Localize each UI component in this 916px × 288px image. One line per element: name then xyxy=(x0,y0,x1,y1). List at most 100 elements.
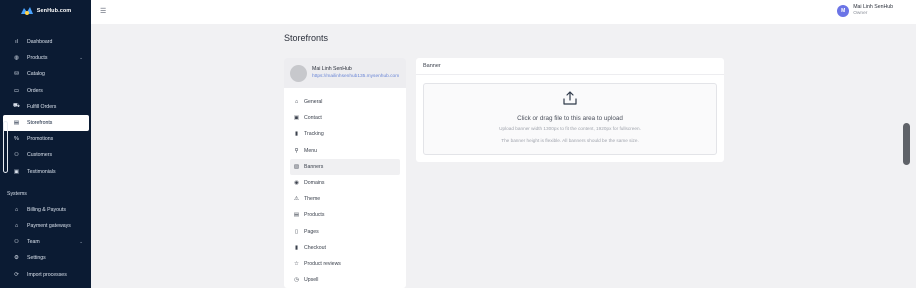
sidebar-nav: ıl Dashboard ◍ Products ⌄ ⛁ Catalog ▭ Orders ⛟ Ful… xyxy=(3,34,89,283)
customers-icon: ⚇ xyxy=(14,152,19,159)
sidebar-item-orders[interactable]: ▭ Orders xyxy=(3,83,89,99)
storefront-menu-label: Theme xyxy=(304,196,321,203)
link-icon: ⚲ xyxy=(294,147,299,154)
sidebar-item-promotions[interactable]: % Promotions xyxy=(3,131,89,147)
sidebar-item-label: Payment gateways xyxy=(27,222,71,229)
chevron-down-icon[interactable]: ⌄ xyxy=(79,55,83,61)
sidebar-item-label: Orders xyxy=(27,87,43,94)
storefront-icon: ▤ xyxy=(13,120,20,127)
page-title: Storefronts xyxy=(284,33,329,43)
sidebar-item-label: Settings xyxy=(27,255,46,262)
bar-chart-icon: ıl xyxy=(15,39,18,46)
storefront-menu: ⌂ General ▣ Contact ▮ Tracking ⚲ Menu ▧ Banners ◉ D… xyxy=(284,88,406,288)
team-icon: ⚇ xyxy=(14,239,19,246)
brand-logo-icon xyxy=(20,7,33,15)
sidebar-item-fulfill-orders[interactable]: ⛟ Fulfill Orders xyxy=(3,99,89,115)
sidebar-item-customers[interactable]: ⚇ Customers xyxy=(3,147,89,163)
storefront-menu-contact[interactable]: ▣ Contact xyxy=(290,110,400,126)
sidebar-item-team[interactable]: ⚇ Team ⌄ xyxy=(3,234,89,250)
upsell-icon: ◷ xyxy=(294,277,299,284)
chevron-down-icon[interactable]: ⌄ xyxy=(79,239,83,245)
hamburger-icon[interactable]: ☰ xyxy=(100,7,106,15)
sidebar-item-settings[interactable]: ⚙ Settings xyxy=(3,250,89,266)
banner-card: Banner Click or drag file to this area t… xyxy=(416,58,724,162)
storefront-menu-label: Products xyxy=(304,212,325,219)
sidebar-item-catalog[interactable]: ⛁ Catalog xyxy=(3,66,89,82)
sidebar-item-products[interactable]: ◍ Products ⌄ xyxy=(3,50,89,66)
storefront-menu-tracking[interactable]: ▮ Tracking xyxy=(290,126,400,142)
page-scrollbar[interactable] xyxy=(903,123,910,165)
brand-name: SenHub.com xyxy=(36,8,72,14)
sidebar-item-label: Testimonials xyxy=(27,168,56,175)
percent-icon: % xyxy=(14,136,19,143)
brand[interactable]: SenHub.com xyxy=(0,0,91,22)
store-name: Mai Linh SenHub xyxy=(312,66,352,72)
storefront-menu-domains[interactable]: ◉ Domains xyxy=(290,175,400,191)
home-icon: ⌂ xyxy=(294,99,299,106)
sidebar-item-import-processes[interactable]: ⟳ Import processes xyxy=(3,266,89,282)
storefront-menu-label: Upsell xyxy=(304,277,319,284)
storefront-menu-products[interactable]: ▤ Products xyxy=(290,207,400,223)
gateway-icon: ⌂ xyxy=(14,222,19,229)
banner-upload-dropzone[interactable]: Click or drag file to this area to uploa… xyxy=(423,83,717,155)
sidebar-item-billing-payouts[interactable]: ⌂ Billing & Payouts xyxy=(3,202,89,218)
dropzone-hint-secondary: The banner height is flexible. All banne… xyxy=(501,138,639,143)
box-icon: ◍ xyxy=(14,55,19,62)
truck-icon: ⛟ xyxy=(13,103,20,110)
storefront-menu-label: General xyxy=(304,99,323,106)
globe-icon: ◉ xyxy=(294,180,299,187)
topbar: ☰ M Mai Linh SenHub Owner xyxy=(91,0,916,24)
storefront-menu-label: Banners xyxy=(304,163,324,170)
sidebar-scroll-indicator[interactable] xyxy=(3,121,8,173)
catalog-icon: ⛁ xyxy=(14,71,19,78)
import-icon: ⟳ xyxy=(14,271,19,278)
sidebar-item-label: Catalog xyxy=(27,71,45,78)
sidebar-item-storefronts[interactable]: ▤ Storefronts xyxy=(3,114,89,132)
sidebar-item-label: Import processes xyxy=(27,271,67,278)
sidebar-item-label: Team xyxy=(27,239,40,246)
storefront-menu-upsell[interactable]: ◷ Upsell xyxy=(290,272,400,288)
banner-title: Banner xyxy=(416,58,724,75)
storefront-menu-label: Contact xyxy=(304,115,322,122)
storefront-menu-label: Product reviews xyxy=(304,260,341,267)
theme-icon: ⚠ xyxy=(294,196,299,203)
dropzone-hint: Upload banner width 1300px to fit the co… xyxy=(499,126,641,131)
user-role: Owner xyxy=(853,10,868,16)
sidebar: SenHub.com ıl Dashboard ◍ Products ⌄ ⛁ Catalog… xyxy=(0,0,91,288)
sidebar-section-label: Systems xyxy=(7,190,27,197)
sidebar-item-label: Products xyxy=(27,55,48,62)
checkout-icon: ▮ xyxy=(294,244,299,251)
bank-icon: ⌂ xyxy=(14,206,19,213)
storefront-menu-product-reviews[interactable]: ☆ Product reviews xyxy=(290,256,400,272)
sidebar-item-label: Dashboard xyxy=(27,39,53,46)
storefront-menu-theme[interactable]: ⚠ Theme xyxy=(290,191,400,207)
storefront-menu-banners[interactable]: ▧ Banners xyxy=(290,158,400,175)
upload-icon xyxy=(563,91,577,105)
storefront-menu-pages[interactable]: ▯ Pages xyxy=(290,224,400,240)
sidebar-item-dashboard[interactable]: ıl Dashboard xyxy=(3,34,89,50)
store-header[interactable]: Mai Linh SenHub https://mailinhsenhub135… xyxy=(284,58,406,88)
star-icon: ☆ xyxy=(294,260,299,267)
tracking-icon: ▮ xyxy=(294,131,299,138)
testimonial-icon: ▣ xyxy=(13,168,20,175)
storefront-menu-label: Menu xyxy=(304,147,317,154)
sidebar-item-label: Promotions xyxy=(27,136,54,143)
user-menu[interactable]: M Mai Linh SenHub Owner xyxy=(837,4,893,17)
storefront-menu-general[interactable]: ⌂ General xyxy=(290,94,400,110)
banner-icon: ▧ xyxy=(293,163,300,170)
avatar[interactable]: M xyxy=(837,4,850,17)
settings-icon: ⚙ xyxy=(14,255,19,262)
storefront-menu-menu[interactable]: ⚲ Menu xyxy=(290,143,400,159)
storefront-menu-label: Pages xyxy=(304,228,319,235)
storefront-menu-label: Tracking xyxy=(304,131,324,138)
sidebar-item-payment-gateways[interactable]: ⌂ Payment gateways xyxy=(3,218,89,234)
storefront-menu-checkout[interactable]: ▮ Checkout xyxy=(290,240,400,256)
sidebar-item-testimonials[interactable]: ▣ Testimonials xyxy=(3,164,89,180)
storefront-panel: Mai Linh SenHub https://mailinhsenhub135… xyxy=(284,58,406,288)
store-url-link[interactable]: https://mailinhsenhub135.mysenhub.com xyxy=(312,73,399,80)
products-icon: ▤ xyxy=(293,212,300,219)
sidebar-item-label: Fulfill Orders xyxy=(27,103,57,110)
sidebar-item-label: Storefronts xyxy=(27,120,53,127)
storefront-menu-label: Domains xyxy=(304,180,325,187)
orders-icon: ▭ xyxy=(13,87,20,94)
